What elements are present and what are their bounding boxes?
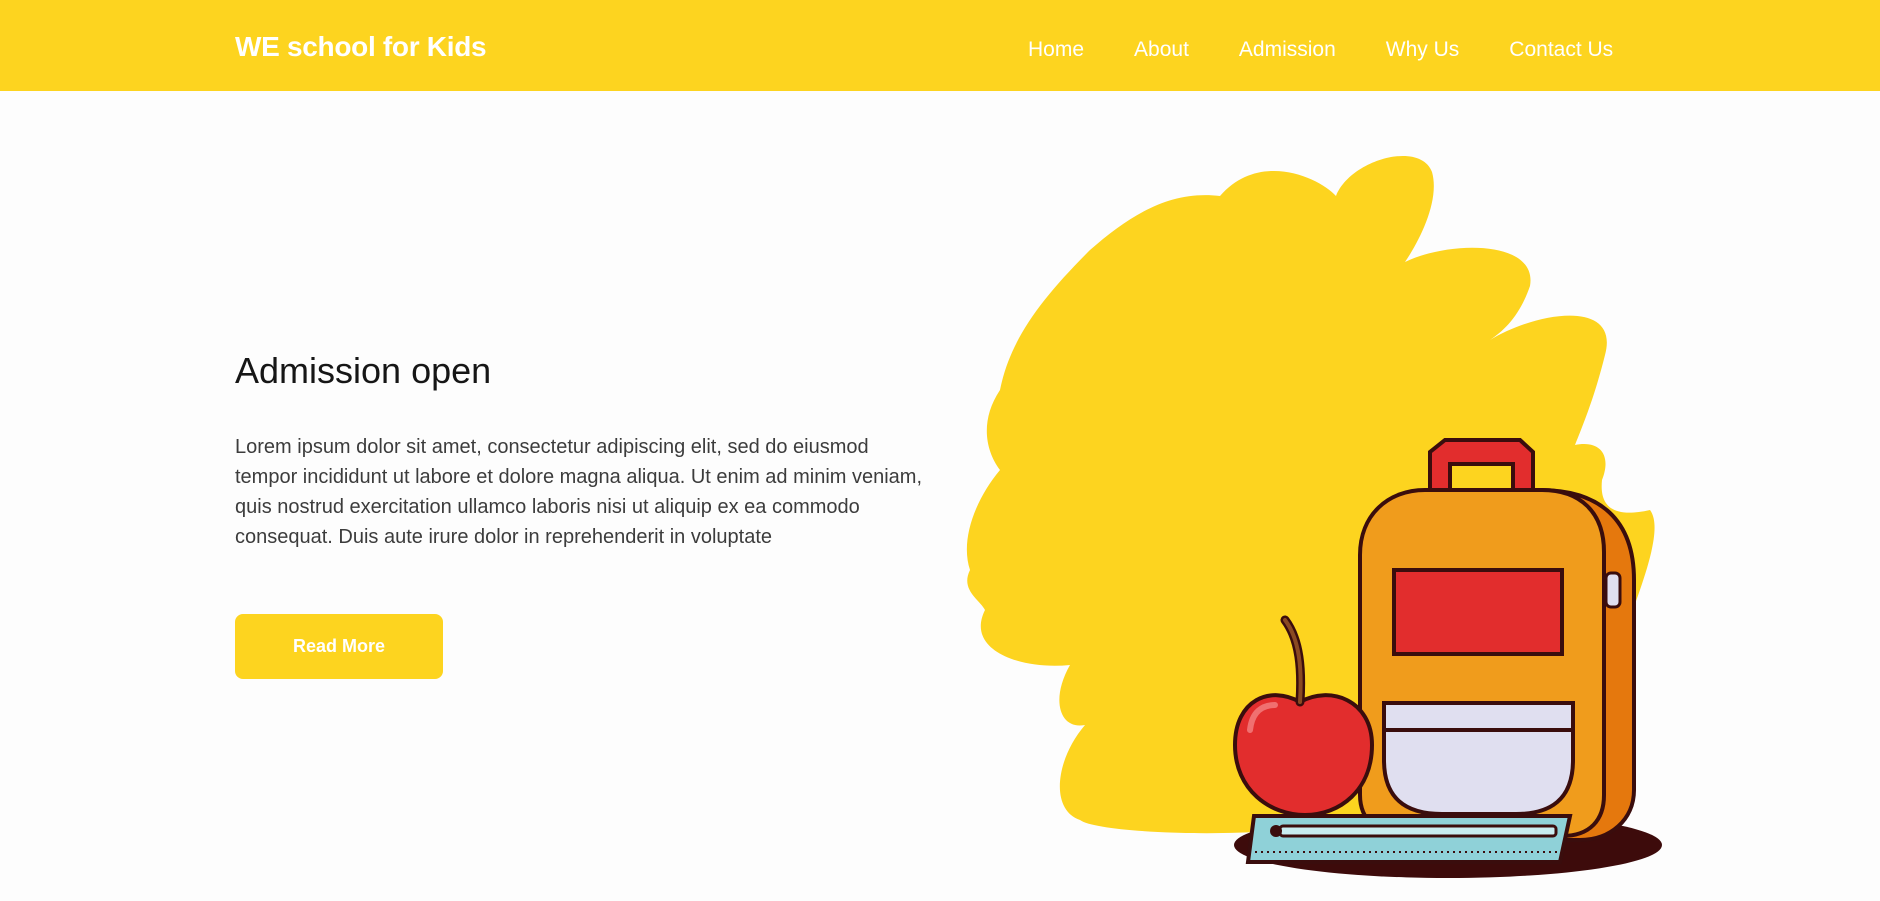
read-more-button[interactable]: Read More — [235, 614, 443, 679]
nav-item-contact-us[interactable]: Contact Us — [1509, 38, 1613, 62]
nav-item-why-us[interactable]: Why Us — [1386, 38, 1460, 62]
zipper-pull — [1604, 571, 1622, 609]
backpack-pocket — [1382, 701, 1575, 816]
nav-item-admission[interactable]: Admission — [1239, 38, 1336, 62]
nav-links: Home About Admission Why Us Contact Us — [1028, 38, 1613, 62]
nav-item-home[interactable]: Home — [1028, 38, 1084, 62]
ruler-hole — [1270, 825, 1282, 837]
backpack-apple-ruler-illustration — [966, 155, 1662, 878]
nav-item-about[interactable]: About — [1134, 38, 1189, 62]
brand-logo[interactable]: WE school for Kids — [235, 31, 487, 63]
hero-title: Admission open — [235, 350, 492, 391]
navbar: WE school for Kids Home About Admission … — [0, 0, 1880, 91]
hero-description: Lorem ipsum dolor sit amet, consectetur … — [235, 436, 923, 548]
ruler — [1245, 814, 1573, 864]
backpack-red-patch — [1392, 568, 1564, 656]
ruler-slot — [1278, 824, 1558, 838]
